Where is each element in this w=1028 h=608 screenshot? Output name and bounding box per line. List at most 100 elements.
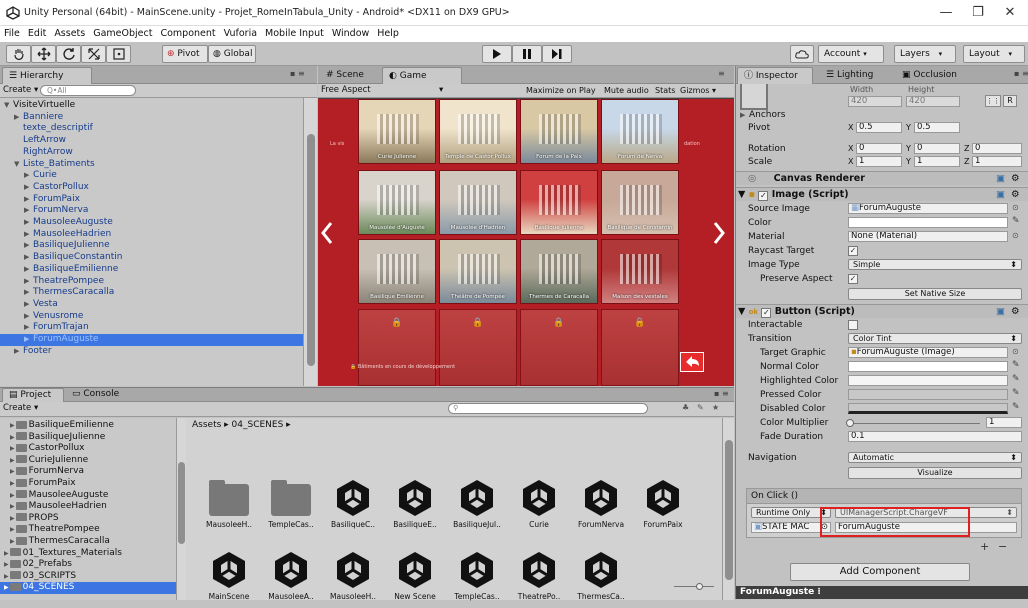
project-folder-item[interactable]: ▶ TheatrePompee	[10, 524, 176, 536]
remove-listener-button[interactable]: −	[998, 540, 1007, 553]
aspect-dropdown[interactable]: Free Aspect ▾	[321, 85, 449, 97]
rotate-tool-button[interactable]	[56, 45, 81, 63]
minimize-button[interactable]: —	[928, 3, 964, 23]
menu-mobile-input[interactable]: Mobile Input	[265, 26, 324, 42]
move-tool-button[interactable]	[31, 45, 56, 63]
tab-hierarchy[interactable]: ☰ Hierarchy	[2, 67, 92, 84]
eyedropper-icon[interactable]: ✎	[1012, 388, 1020, 398]
chevron-right-icon[interactable]: ▶	[10, 503, 15, 510]
chevron-right-icon[interactable]: ▶	[10, 422, 15, 429]
project-folder-item[interactable]: ▶ MausoleeAuguste	[10, 490, 176, 502]
chevron-right-icon[interactable]: ▶	[24, 276, 33, 288]
blueprint-button[interactable]: ⋮⋮	[985, 95, 1001, 107]
chevron-right-icon[interactable]: ▶	[14, 346, 23, 358]
icon-size-slider-handle[interactable]	[696, 583, 703, 590]
project-folder-item[interactable]: ▶ BasiliqueEmilienne	[10, 420, 176, 432]
hierarchy-item[interactable]: ▶ CastorPollux	[0, 182, 303, 194]
chevron-right-icon[interactable]: ▶	[10, 468, 15, 475]
asset-folder[interactable]: MausoleeH..	[202, 476, 256, 536]
chevron-right-icon[interactable]: ▶	[10, 457, 15, 464]
chevron-right-icon[interactable]: ▶	[24, 182, 33, 194]
hierarchy-item[interactable]: ▶ BasiliqueEmilienne	[0, 264, 303, 276]
scale-x-field[interactable]: 1	[856, 156, 902, 167]
hierarchy-item[interactable]: ▶ Banniere	[0, 112, 303, 124]
back-button[interactable]	[680, 352, 704, 372]
chevron-right-icon[interactable]: ▶	[24, 299, 33, 311]
project-tree-scrollbar[interactable]	[176, 418, 186, 600]
eyedropper-icon[interactable]: ✎	[1012, 360, 1020, 370]
asset-scene[interactable]: Curie	[512, 476, 566, 536]
project-folder-item[interactable]: ▶ 03_SCRIPTS	[4, 571, 174, 583]
filter-by-label-icon[interactable]: ✎	[697, 403, 704, 412]
color-multiplier-field[interactable]: 1	[986, 417, 1022, 428]
raycast-checkbox[interactable]: ✓	[848, 246, 858, 256]
building-tile[interactable]: Forum de Nerva	[601, 99, 679, 164]
asset-scene[interactable]: ForumNerva	[574, 476, 628, 536]
project-folder-item[interactable]: ▶ BasiliqueJulienne	[10, 432, 176, 444]
color-multiplier-slider-handle[interactable]	[846, 419, 854, 427]
add-component-button[interactable]: Add Component	[790, 563, 970, 581]
navigation-dropdown[interactable]: Automatic ⬍	[848, 452, 1022, 463]
asset-scene[interactable]: BasiliqueJul..	[450, 476, 504, 536]
image-enabled-checkbox[interactable]: ✓	[758, 191, 769, 201]
asset-scene[interactable]: BasiliqueC..	[326, 476, 380, 536]
image-type-dropdown[interactable]: Simple ⬍	[848, 259, 1022, 270]
rotation-z-field[interactable]: 0	[972, 143, 1022, 154]
hierarchy-search-input[interactable]: Q•All	[40, 85, 136, 96]
hierarchy-item[interactable]: ▶ MausoleeHadrien	[0, 229, 303, 241]
project-create-button[interactable]: Create ▾	[3, 403, 38, 413]
eyedropper-icon[interactable]: ✎	[1012, 216, 1020, 226]
asset-scene[interactable]: BasiliqueE..	[388, 476, 442, 536]
height-field[interactable]: 420	[906, 96, 960, 107]
chevron-right-icon[interactable]: ▶	[24, 264, 33, 276]
step-button[interactable]	[542, 45, 572, 63]
play-button[interactable]	[482, 45, 512, 63]
chevron-down-icon[interactable]: ▼	[14, 159, 23, 171]
tab-project[interactable]: ▤ Project	[2, 388, 64, 402]
anchor-preset-widget[interactable]	[740, 84, 768, 110]
tab-scene[interactable]: # Scene	[320, 67, 380, 84]
interactable-checkbox[interactable]	[848, 320, 858, 330]
set-native-size-button[interactable]: Set Native Size	[848, 288, 1022, 300]
panel-menu-icon[interactable]: ▪ ≡	[714, 389, 729, 398]
chevron-right-icon[interactable]: ▶	[4, 584, 9, 591]
stats-toggle[interactable]: Stats	[655, 85, 675, 96]
project-folder-item[interactable]: ▶ 01_Textures_Materials	[4, 548, 174, 560]
scale-z-field[interactable]: 1	[972, 156, 1022, 167]
chevron-right-icon[interactable]: ▶	[10, 434, 15, 441]
scale-y-field[interactable]: 1	[914, 156, 960, 167]
chevron-right-icon[interactable]: ▶	[14, 112, 23, 124]
visualize-button[interactable]: Visualize	[848, 467, 1022, 479]
rect-tool-button[interactable]	[106, 45, 131, 63]
asset-scene[interactable]: TheatrePo..	[512, 548, 566, 608]
account-dropdown[interactable]: Account ▾	[818, 45, 884, 63]
gear-icon[interactable]: ⚙	[1011, 172, 1020, 186]
building-tile[interactable]: Basilique Julienne	[520, 170, 598, 235]
hierarchy-item[interactable]: ▶ ForumAuguste	[0, 334, 303, 346]
target-object-field[interactable]: ▣STATE MAC ⊙	[751, 522, 831, 533]
pause-button[interactable]	[512, 45, 542, 63]
menu-gameobject[interactable]: GameObject	[93, 26, 152, 42]
hierarchy-item[interactable]: ▶ ForumPaix	[0, 194, 303, 206]
runtime-dropdown[interactable]: Runtime Only ⬍	[751, 507, 831, 518]
pivot-x-field[interactable]: 0.5	[856, 122, 902, 133]
favorites-star-icon[interactable]: ★	[712, 403, 719, 412]
project-folder-item[interactable]: ▶ 02_Prefabs	[4, 559, 174, 571]
chevron-right-icon[interactable]: ▶	[24, 322, 33, 334]
tab-occlusion[interactable]: ▣ Occlusion	[896, 67, 976, 84]
pivot-toggle[interactable]: ⊕ Pivot	[162, 45, 208, 63]
building-tile[interactable]: Mausolée d'Hadrien	[439, 170, 517, 235]
close-button[interactable]: ✕	[992, 3, 1028, 23]
color-multiplier-slider-track[interactable]	[848, 423, 980, 424]
chevron-right-icon[interactable]: ▶	[24, 170, 33, 182]
chevron-right-icon[interactable]: ▶	[4, 550, 9, 557]
tab-game[interactable]: ◐ Game	[382, 67, 462, 84]
chevron-right-icon[interactable]: ▶	[24, 334, 33, 346]
project-folder-item[interactable]: ▶ 04_SCENES	[0, 582, 176, 594]
raw-edit-button[interactable]: R	[1003, 95, 1017, 107]
asset-scene[interactable]: MausoleeH..	[326, 548, 380, 608]
asset-scene[interactable]: MausoleeA..	[264, 548, 318, 608]
source-image-field[interactable]: ▦ForumAuguste	[848, 203, 1008, 214]
normal-color-swatch[interactable]	[848, 361, 1008, 372]
hierarchy-item[interactable]: LeftArrow	[0, 135, 303, 147]
